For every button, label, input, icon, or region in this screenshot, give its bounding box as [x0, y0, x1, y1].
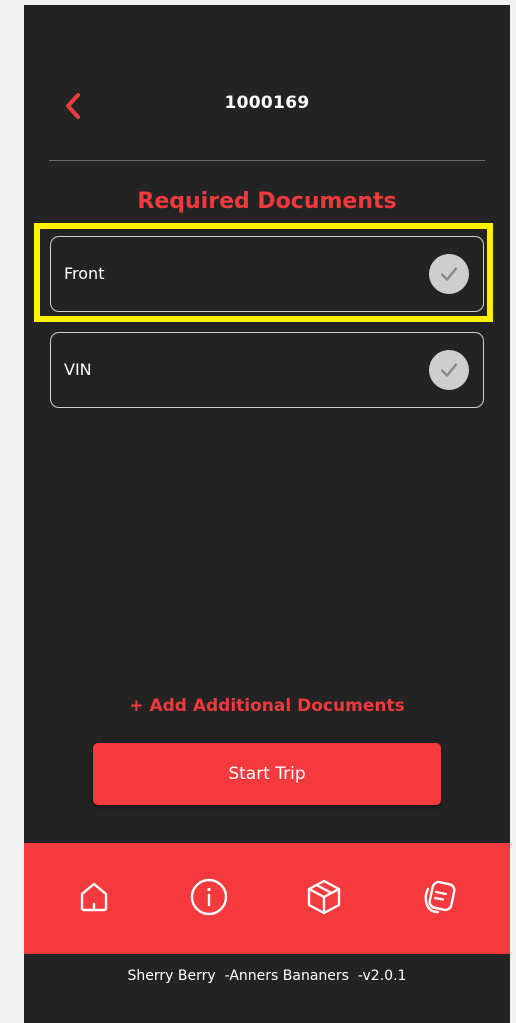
- app-screen: 1000169 Required Documents Front VIN + A…: [24, 5, 510, 1023]
- header-divider: [49, 160, 485, 161]
- page-title: 1000169: [224, 93, 310, 113]
- footer-version-info: Sherry Berry -Anners Bananers -v2.0.1: [24, 954, 510, 1023]
- tab-bar: [24, 843, 510, 954]
- section-title: Required Documents: [137, 189, 397, 214]
- home-icon: [80, 882, 108, 912]
- header: 1000169: [24, 5, 510, 165]
- document-label: VIN: [64, 360, 92, 379]
- check-circle-icon: [429, 350, 469, 390]
- tab-home[interactable]: [72, 875, 116, 919]
- document-card-vin[interactable]: VIN: [50, 332, 484, 408]
- tab-notes[interactable]: [417, 875, 461, 919]
- highlight-box: [34, 223, 493, 322]
- package-icon: [307, 879, 341, 915]
- add-documents-link[interactable]: + Add Additional Documents: [24, 696, 510, 716]
- info-icon: [190, 878, 228, 916]
- tab-info[interactable]: [187, 875, 231, 919]
- start-trip-button[interactable]: Start Trip: [93, 743, 441, 805]
- tab-packages[interactable]: [302, 875, 346, 919]
- notes-icon: [424, 880, 456, 914]
